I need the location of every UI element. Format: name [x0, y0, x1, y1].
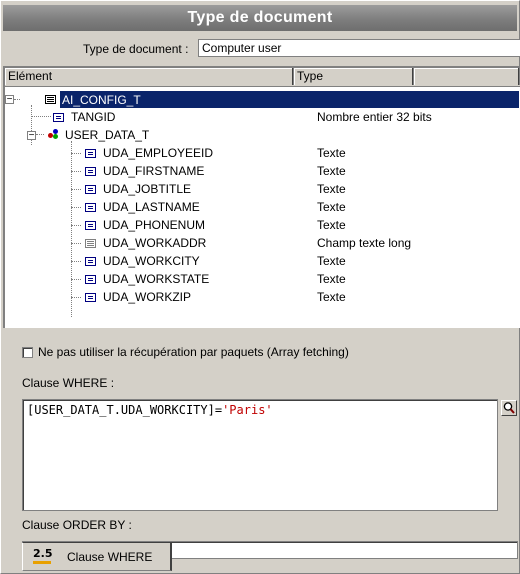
field-icon — [85, 275, 96, 284]
field-icon — [85, 167, 96, 176]
column-headers: Elément Type — [5, 68, 520, 87]
order-by-label: Clause ORDER BY : — [22, 518, 132, 532]
tree-row-uda-employeeid[interactable]: UDA_EMPLOYEEID Texte — [5, 144, 520, 162]
where-clause-editor[interactable]: [USER_DATA_T.UDA_WORKCITY]='Paris' — [22, 399, 498, 511]
tree-row-label: AI_CONFIG_T — [62, 93, 141, 107]
tree-row-type: Texte — [317, 254, 346, 268]
tree-row-label: UDA_LASTNAME — [103, 200, 200, 214]
tree-row-type: Texte — [317, 200, 346, 214]
tree-row-uda-workcity[interactable]: UDA_WORKCITY Texte — [5, 252, 520, 270]
version-icon: 2.5 — [33, 547, 53, 564]
tree-row-uda-lastname[interactable]: UDA_LASTNAME Texte — [5, 198, 520, 216]
tree-row-label: UDA_WORKADDR — [103, 236, 207, 250]
tree-row-uda-workstate[interactable]: UDA_WORKSTATE Texte — [5, 270, 520, 288]
field-icon — [85, 257, 96, 266]
tab-where-clause[interactable]: 2.5 Clause WHERE — [22, 543, 172, 571]
doc-type-label: Type de document : — [83, 42, 189, 56]
field-icon — [85, 149, 96, 158]
where-clause-string: 'Paris' — [222, 403, 273, 417]
tree-row-label: TANGID — [71, 110, 116, 124]
array-fetching-checkbox[interactable] — [22, 347, 33, 358]
collapse-icon[interactable]: − — [27, 131, 36, 141]
window-title: Type de document — [3, 5, 517, 31]
where-search-button[interactable] — [501, 400, 517, 416]
tree-row-type: Texte — [317, 218, 346, 232]
collapse-icon[interactable]: − — [5, 95, 14, 105]
tree-row-uda-firstname[interactable]: UDA_FIRSTNAME Texte — [5, 162, 520, 180]
array-fetching-label: Ne pas utiliser la récupération par paqu… — [38, 345, 349, 359]
tree-row-label: UDA_WORKSTATE — [103, 272, 210, 286]
where-clause-code: [USER_DATA_T.UDA_WORKCITY]= — [27, 403, 223, 417]
tree-row-type: Texte — [317, 146, 346, 160]
column-header-extra[interactable] — [414, 68, 520, 85]
tree-row-type: Texte — [317, 272, 346, 286]
field-icon — [85, 293, 96, 302]
tree-row-uda-phonenum[interactable]: UDA_PHONENUM Texte — [5, 216, 520, 234]
tree-row-label: UDA_WORKZIP — [103, 290, 192, 304]
tree-row-type: Texte — [317, 182, 346, 196]
tree-row-label: UDA_JOBTITLE — [103, 182, 192, 196]
tree-row-type: Nombre entier 32 bits — [317, 110, 432, 124]
tree-row-type: Texte — [317, 164, 346, 178]
field-icon — [85, 221, 96, 230]
where-clause-label: Clause WHERE : — [22, 376, 115, 390]
column-header-element[interactable]: Elément — [5, 68, 294, 85]
tree-row-label: UDA_FIRSTNAME — [103, 164, 205, 178]
tree-row-type: Champ texte long — [317, 236, 412, 250]
doc-type-input[interactable] — [198, 39, 520, 57]
element-tree[interactable]: Elément Type − AI_CONFIG_T TANGID Nombre… — [3, 66, 520, 328]
memo-icon — [85, 239, 96, 248]
column-header-type[interactable]: Type — [294, 68, 414, 85]
tree-row-tangid[interactable]: TANGID Nombre entier 32 bits — [5, 108, 520, 126]
tree-row-uda-jobtitle[interactable]: UDA_JOBTITLE Texte — [5, 180, 520, 198]
table-icon — [45, 95, 56, 104]
link-icon — [48, 129, 62, 139]
tree-row-label: UDA_PHONENUM — [103, 218, 206, 232]
tree-row-user-data-t[interactable]: − USER_DATA_T — [5, 126, 520, 144]
tree-row-uda-workzip[interactable]: UDA_WORKZIP Texte — [5, 288, 520, 306]
tree-row-label: UDA_WORKCITY — [103, 254, 200, 268]
magnifier-icon — [503, 402, 515, 414]
tree-row-label: UDA_EMPLOYEEID — [103, 146, 214, 160]
field-icon — [85, 203, 96, 212]
field-icon — [85, 185, 96, 194]
tree-row-ai-config-t[interactable]: − AI_CONFIG_T — [5, 91, 520, 109]
doc-type-row: Type de document : — [0, 39, 520, 59]
tree-row-label: USER_DATA_T — [65, 128, 150, 142]
tree-row-uda-workaddr[interactable]: UDA_WORKADDR Champ texte long — [5, 234, 520, 252]
tree-row-type: Texte — [317, 290, 346, 304]
tab-label: Clause WHERE — [67, 550, 153, 564]
field-icon — [53, 113, 64, 122]
